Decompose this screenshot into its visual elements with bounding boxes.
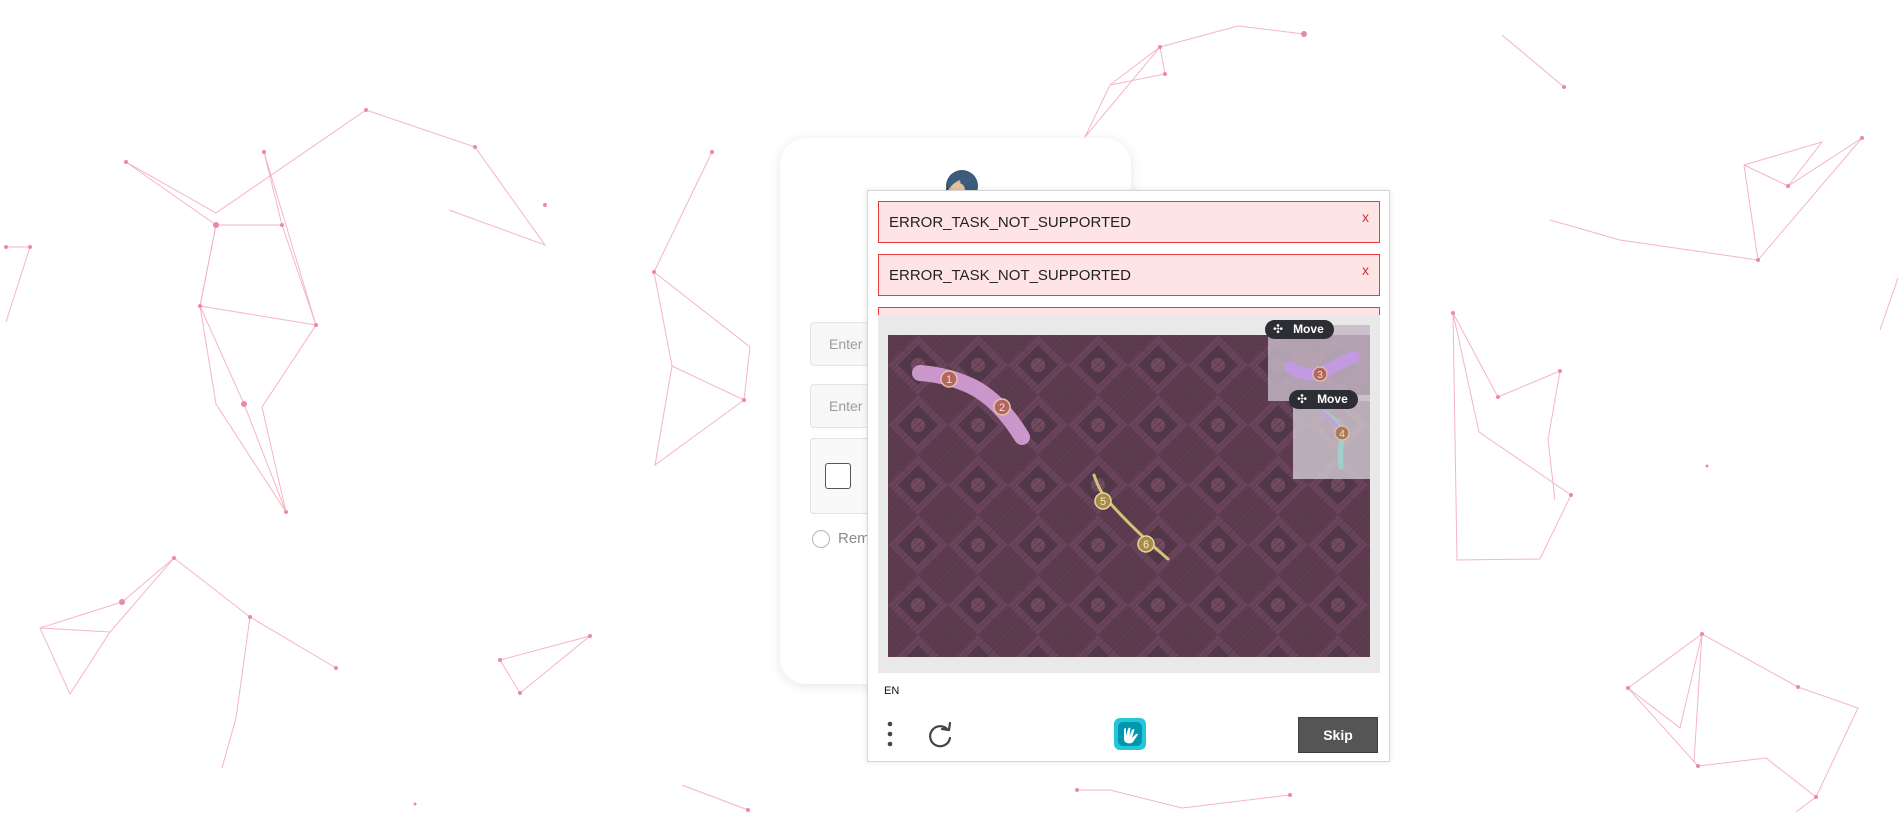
- captcha-challenge-panel: ERROR_TASK_NOT_SUPPORTED x ERROR_TASK_NO…: [867, 190, 1390, 762]
- hcaptcha-logo-icon: [1114, 718, 1146, 750]
- task-area: 1 2 5 6 3 4 ✣ Move ✣ Move: [878, 315, 1380, 673]
- remember-me[interactable]: Rem: [812, 530, 870, 549]
- move-label: Move: [1317, 392, 1348, 406]
- more-vertical-icon[interactable]: [882, 719, 898, 749]
- move-arrows-icon: ✣: [1297, 392, 1308, 406]
- captcha-checkbox[interactable]: [825, 463, 851, 489]
- move-arrows-icon: ✣: [1273, 322, 1284, 336]
- error-message: ERROR_TASK_NOT_SUPPORTED: [889, 267, 1131, 284]
- marker-label: 6: [1143, 539, 1149, 551]
- marker-label: 2: [999, 402, 1005, 414]
- move-button[interactable]: ✣ Move: [1289, 390, 1358, 409]
- move-label: Move: [1293, 322, 1324, 336]
- marker-label: 3: [1317, 370, 1323, 381]
- error-banner: ERROR_TASK_NOT_SUPPORTED x: [878, 201, 1380, 243]
- error-close-button[interactable]: x: [1362, 209, 1369, 225]
- language-selector[interactable]: EN: [884, 685, 899, 697]
- remember-radio[interactable]: [812, 530, 830, 549]
- error-close-button[interactable]: x: [1362, 262, 1369, 278]
- marker-label: 1: [946, 374, 952, 386]
- move-button[interactable]: ✣ Move: [1265, 320, 1334, 339]
- marker-label: 4: [1339, 429, 1345, 440]
- marker-label: 5: [1100, 496, 1106, 508]
- remember-label: Rem: [838, 530, 870, 547]
- error-banner: ERROR_TASK_NOT_SUPPORTED x: [878, 254, 1380, 296]
- error-message: ERROR_TASK_NOT_SUPPORTED: [889, 214, 1131, 231]
- refresh-icon[interactable]: [926, 721, 954, 749]
- skip-button[interactable]: Skip: [1298, 717, 1378, 753]
